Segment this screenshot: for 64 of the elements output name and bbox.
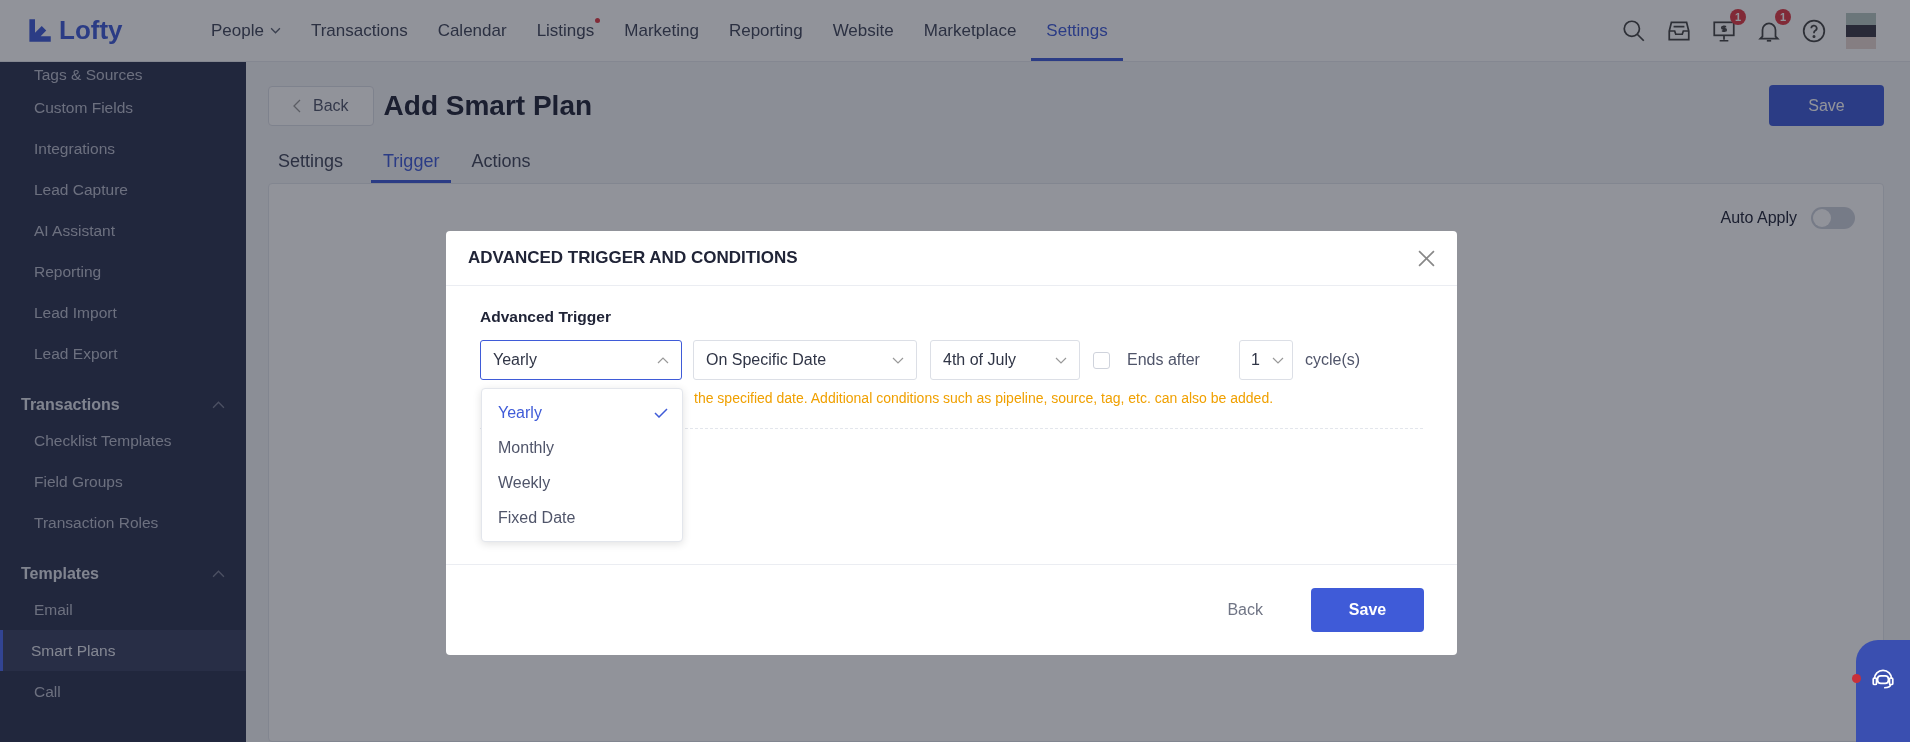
search-icon[interactable] bbox=[1621, 17, 1647, 44]
notification-badge: 1 bbox=[1730, 8, 1746, 25]
nav-item[interactable]: People bbox=[196, 0, 296, 61]
notification-dot bbox=[595, 18, 601, 23]
dialog-title: ADVANCED TRIGGER AND CONDITIONS bbox=[468, 248, 798, 268]
logo-icon bbox=[26, 17, 53, 44]
sidebar-item[interactable]: Integrations bbox=[0, 128, 246, 169]
tab[interactable]: Settings bbox=[276, 143, 354, 183]
sidebar-item[interactable]: Lead Import bbox=[0, 292, 246, 333]
caret-icon bbox=[1271, 356, 1284, 364]
hint-text: the specified date. Additional conditions such as pipeline, source, tag, etc. can also be added. bbox=[693, 390, 1275, 406]
select-field[interactable]: 1 bbox=[1238, 340, 1293, 380]
auto-apply-toggle[interactable] bbox=[1811, 207, 1855, 229]
checkbox[interactable] bbox=[1093, 351, 1110, 369]
select-field[interactable]: On Specific Date bbox=[693, 340, 917, 380]
sidebar-section-title[interactable]: Templates bbox=[21, 565, 99, 583]
save-button[interactable]: Save bbox=[1311, 588, 1424, 632]
nav-item[interactable]: Transactions bbox=[295, 0, 423, 61]
nav-item[interactable]: Marketplace bbox=[908, 0, 1032, 61]
sidebar-item[interactable]: Lead Capture bbox=[0, 169, 246, 210]
notification-dot bbox=[1852, 674, 1861, 683]
checkbox-label: Ends after bbox=[1127, 351, 1200, 369]
save-button[interactable]: Save bbox=[1769, 85, 1884, 126]
sidebar-item[interactable]: Checklist Templates bbox=[0, 420, 246, 461]
sidebar-item[interactable]: Transaction Roles bbox=[0, 502, 246, 543]
sidebar-item[interactable]: Custom Fields bbox=[0, 87, 246, 128]
help-icon[interactable] bbox=[1801, 17, 1827, 44]
auto-apply-label: Auto Apply bbox=[1720, 209, 1797, 227]
back-button[interactable]: Back bbox=[1213, 591, 1277, 629]
tab[interactable]: Actions bbox=[469, 143, 541, 183]
dropdown-option[interactable]: Fixed Date bbox=[482, 500, 682, 535]
sidebar-section-title[interactable]: Transactions bbox=[21, 396, 120, 414]
logo[interactable]: Lofty bbox=[59, 15, 123, 46]
notification-badge: 1 bbox=[1775, 8, 1791, 25]
sidebar-item[interactable]: Reporting bbox=[0, 251, 246, 292]
sidebar-item[interactable]: Smart Plans bbox=[0, 630, 246, 671]
nav-item[interactable]: Website bbox=[817, 0, 909, 61]
chevron-left-icon bbox=[293, 98, 301, 113]
nav-item[interactable]: Listings bbox=[521, 0, 610, 61]
caret-icon bbox=[269, 27, 281, 34]
sidebar-item[interactable]: Lead Export bbox=[0, 333, 246, 374]
sidebar-item[interactable]: Email bbox=[0, 589, 246, 630]
nav-item[interactable]: Reporting bbox=[713, 0, 818, 61]
caret-icon bbox=[892, 356, 904, 364]
section-label: Advanced Trigger bbox=[480, 308, 612, 326]
cycles-label: cycle(s) bbox=[1304, 351, 1361, 369]
nav-item[interactable]: Settings bbox=[1031, 0, 1123, 61]
dropdown-option[interactable]: Yearly bbox=[482, 395, 682, 430]
page-title: Add Smart Plan bbox=[383, 89, 593, 122]
sidebar-item[interactable]: Call bbox=[0, 671, 246, 712]
nav-item[interactable]: Marketing bbox=[609, 0, 714, 61]
caret-icon bbox=[1055, 356, 1067, 364]
close-icon[interactable] bbox=[1418, 249, 1435, 267]
dropdown-option[interactable]: Monthly bbox=[482, 430, 682, 465]
caret-icon bbox=[657, 356, 669, 364]
sidebar-item[interactable]: AI Assistant bbox=[0, 210, 246, 251]
check-icon bbox=[654, 407, 668, 418]
select-field[interactable]: 4th of July bbox=[930, 340, 1080, 380]
sidebar-item[interactable]: Field Groups bbox=[0, 461, 246, 502]
dropdown-option[interactable]: Weekly bbox=[482, 465, 682, 500]
sidebar-item[interactable]: Tags & Sources bbox=[0, 62, 246, 87]
nav-item[interactable]: Calendar bbox=[422, 0, 522, 61]
select-field[interactable]: Yearly bbox=[480, 340, 682, 380]
back-button[interactable]: Back bbox=[268, 85, 374, 126]
